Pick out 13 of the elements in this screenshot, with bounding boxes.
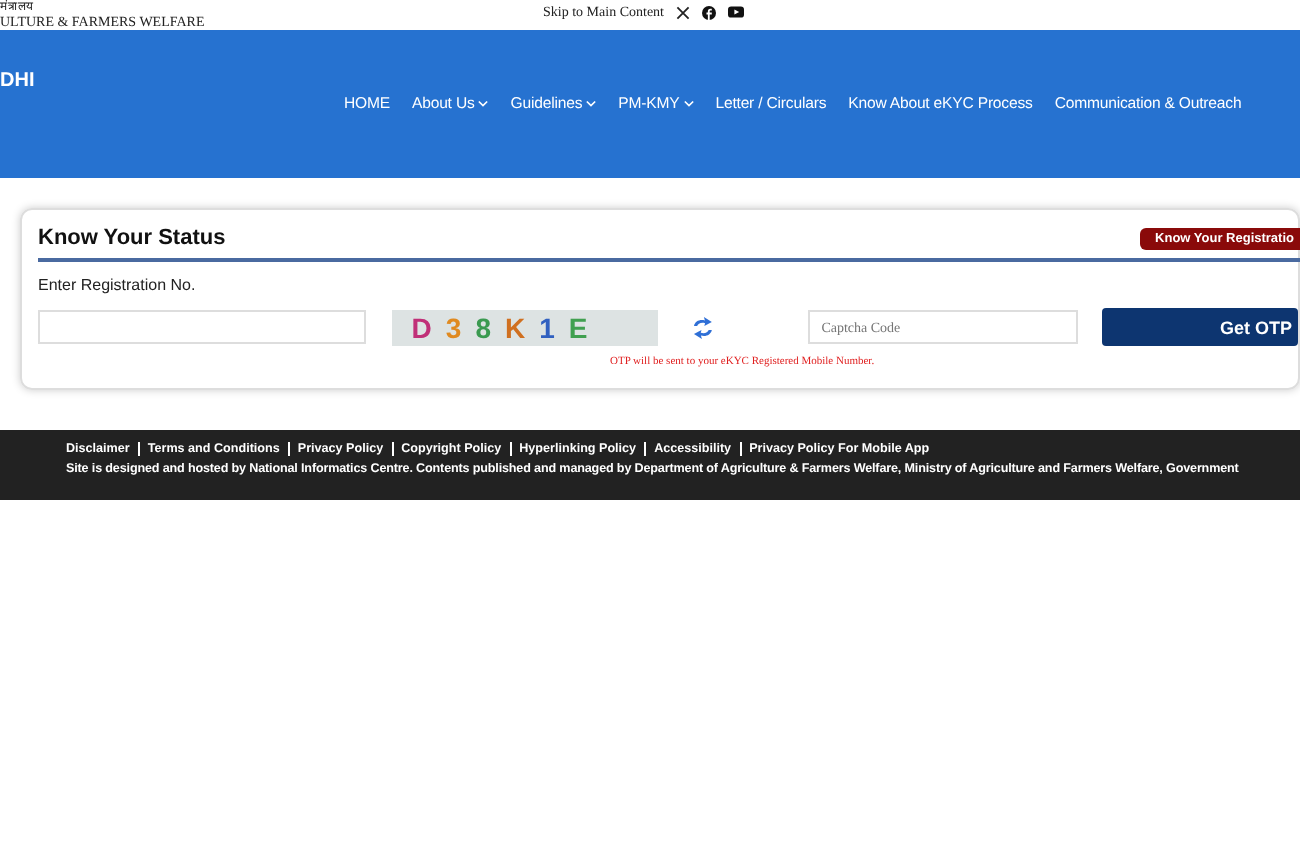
captcha-image: D 3 8 K 1 E xyxy=(391,309,658,345)
caret-icon xyxy=(683,99,694,107)
get-otp-button[interactable]: Get OTP xyxy=(1101,308,1298,346)
field-label: Enter Registration No. xyxy=(38,276,198,294)
youtube-icon[interactable] xyxy=(728,6,744,18)
caret-icon xyxy=(478,99,489,107)
card-title: Know Your Status xyxy=(38,226,226,250)
site-brand[interactable]: DHI xyxy=(0,70,35,92)
facebook-icon[interactable] xyxy=(702,5,716,19)
registration-input[interactable] xyxy=(38,310,366,344)
refresh-icon[interactable] xyxy=(691,315,714,339)
caret-icon xyxy=(586,99,597,107)
x-icon[interactable] xyxy=(676,5,690,19)
